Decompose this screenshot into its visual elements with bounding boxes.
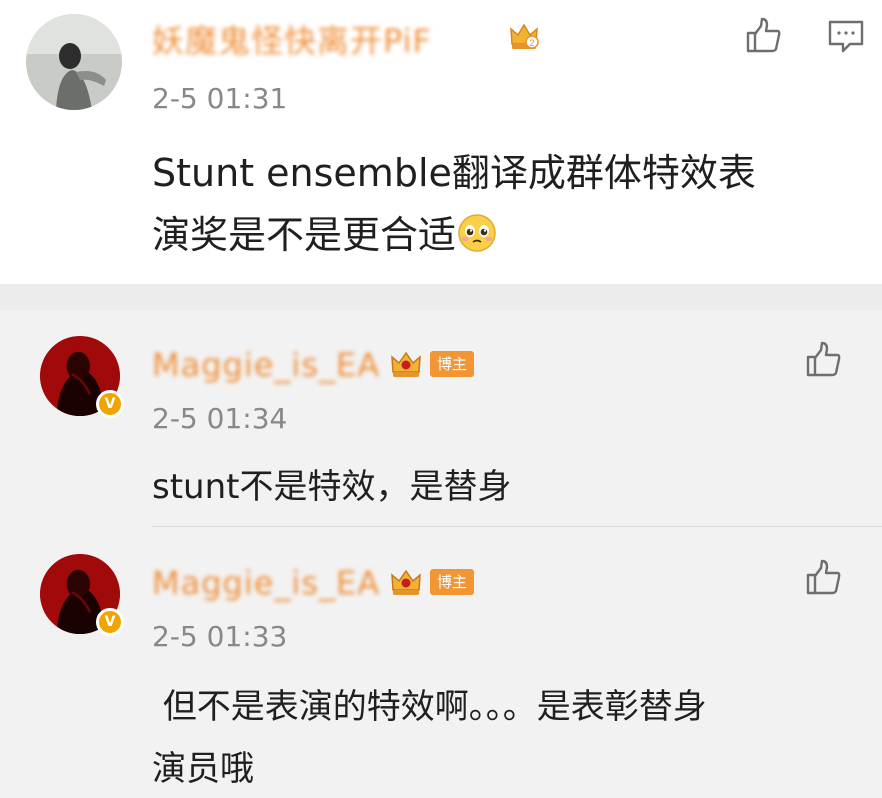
- main-comment: 妖魔鬼怪快离开PiF 2 2-5 01:31 Stunt ensemble翻译成…: [0, 0, 882, 284]
- crown-icon: 2: [508, 20, 540, 52]
- reply-text: 但不是表演的特效啊。。。是表彰替身 演员哦: [152, 676, 862, 798]
- username[interactable]: 妖魔鬼怪快离开PiF: [152, 16, 432, 62]
- thumbs-up-icon[interactable]: [804, 558, 844, 598]
- thumbs-up-icon[interactable]: [744, 16, 784, 56]
- avatar-image: [26, 14, 122, 110]
- username[interactable]: Maggie_is_EA: [152, 564, 380, 602]
- reply-text: stunt不是特效，是替身: [152, 467, 512, 507]
- reply-text-line: 但不是表演的特效啊。。。是表彰替身: [152, 687, 707, 727]
- avatar[interactable]: [26, 14, 122, 110]
- reply-list: V Maggie_is_EA 博主 2-5 01:34 stunt不是特效，是替…: [0, 310, 882, 798]
- comment-text-line-2: 演奖是不是更合适: [152, 213, 457, 257]
- crown-icon: [390, 566, 422, 598]
- comment-text: Stunt ensemble翻译成群体特效表 演奖是不是更合适: [152, 142, 852, 266]
- comment-text-line: Stunt ensemble翻译成群体特效表: [152, 151, 756, 195]
- reply-timestamp: 2-5 01:33: [152, 620, 288, 653]
- thumbs-up-icon[interactable]: [804, 340, 844, 380]
- comment-icon[interactable]: [826, 16, 866, 56]
- crown-icon: [390, 348, 422, 380]
- comment-text-line: 演奖是不是更合适: [152, 204, 852, 266]
- reply-timestamp: 2-5 01:34: [152, 402, 288, 435]
- verified-badge: V: [96, 390, 124, 418]
- owner-badge: 博主: [430, 351, 475, 377]
- owner-badge: 博主: [430, 569, 475, 595]
- section-separator: [0, 284, 882, 310]
- pleading-face-icon: [456, 212, 498, 254]
- username[interactable]: Maggie_is_EA: [152, 346, 380, 384]
- divider: [152, 526, 882, 527]
- comment-timestamp: 2-5 01:31: [152, 82, 288, 115]
- reply-text-line: 演员哦: [152, 749, 254, 789]
- verified-badge: V: [96, 608, 124, 636]
- svg-text:2: 2: [529, 38, 534, 48]
